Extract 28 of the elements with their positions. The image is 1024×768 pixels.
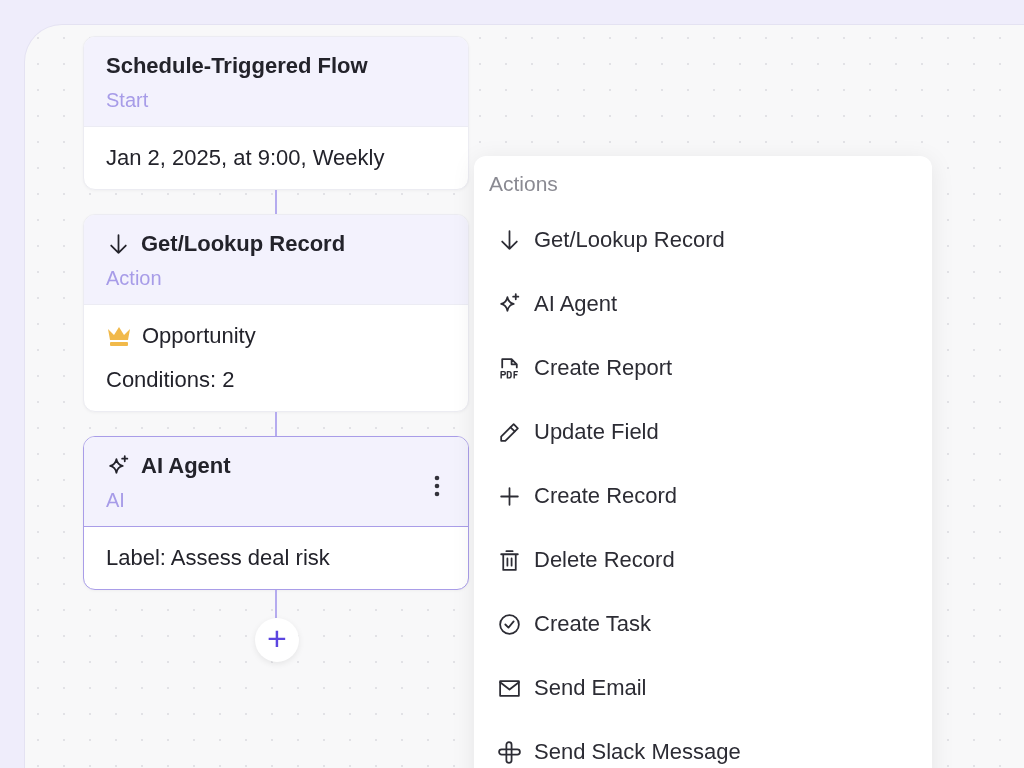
node-detail: Jan 2, 2025, at 9:00, Weekly <box>106 145 385 171</box>
menu-heading: Actions <box>489 172 559 196</box>
node-detail: Label: Assess deal risk <box>106 545 330 571</box>
check-circle-icon <box>497 611 522 637</box>
menu-item[interactable]: Send Slack Message <box>489 720 910 768</box>
node-detail: Opportunity <box>142 323 256 349</box>
menu-item[interactable]: Update Field <box>489 400 910 464</box>
menu-item[interactable]: Delete Record <box>489 528 910 592</box>
node-type: Start <box>106 89 150 112</box>
node-type: AI <box>106 489 126 512</box>
node-title: AI Agent <box>141 453 231 479</box>
trash-icon <box>497 547 522 573</box>
menu-item[interactable]: Create Task <box>489 592 910 656</box>
node-type: Action <box>106 267 163 290</box>
menu-item[interactable]: Get/Lookup Record <box>489 208 910 272</box>
node-detail: Conditions: 2 <box>106 367 235 393</box>
menu-item[interactable]: Create Report <box>489 336 910 400</box>
menu-item[interactable]: Create Record <box>489 464 910 528</box>
more-icon[interactable] <box>434 475 440 497</box>
menu-item[interactable]: AI Agent <box>489 272 910 336</box>
node-title: Schedule-Triggered Flow <box>106 53 368 79</box>
hash-grid-icon <box>497 739 522 765</box>
flow-node[interactable]: Schedule-Triggered Flow Start Jan 2, 2025, at 9:00, Weekly <box>83 36 469 190</box>
crown-icon <box>106 325 132 347</box>
flow-node[interactable]: Get/Lookup Record Action Opportunity Conditions: 2 <box>83 214 469 412</box>
node-title: Get/Lookup Record <box>141 231 346 257</box>
menu-item[interactable]: Send Email <box>489 656 910 720</box>
flow-node[interactable]: AI Agent AI Label: Assess deal risk <box>83 436 469 590</box>
